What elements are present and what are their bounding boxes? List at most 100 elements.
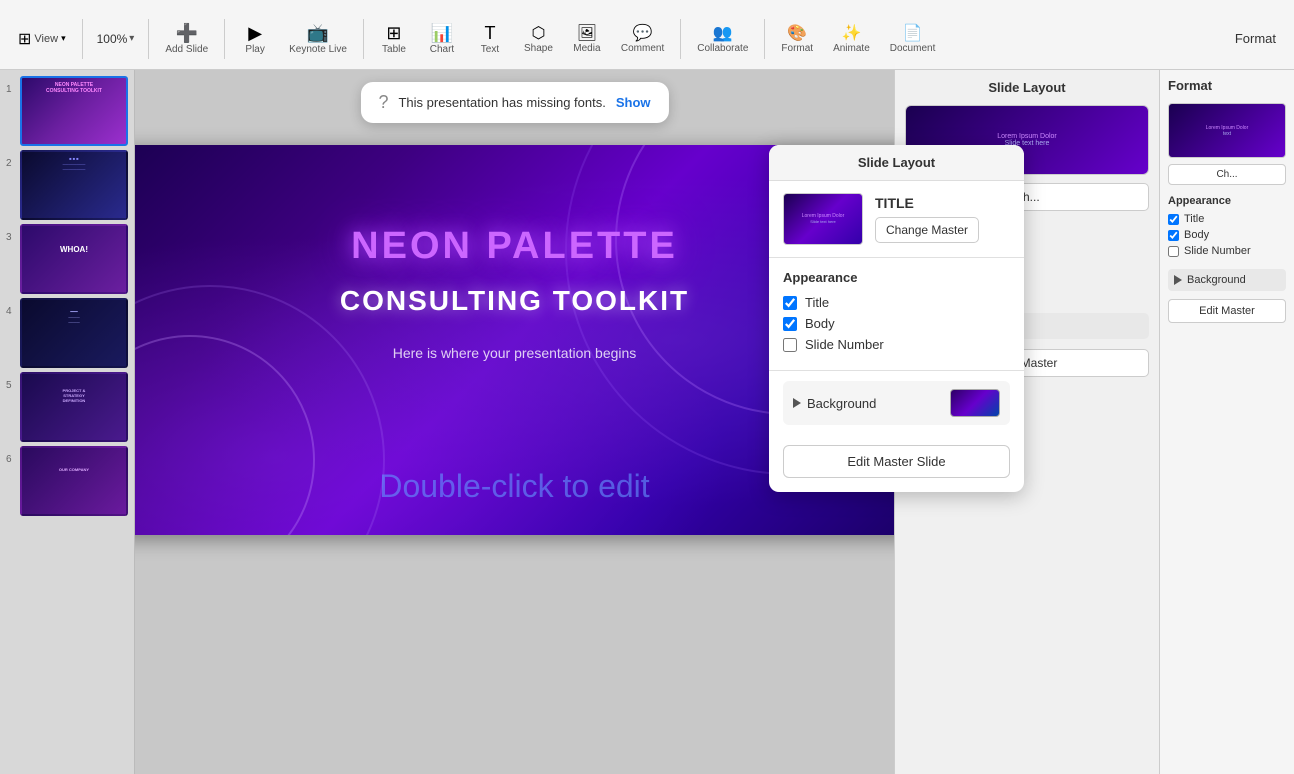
slide-panel: 1 NEON PALETTECONSULTING TOOLKIT 2 ■ ■ ■…	[0, 70, 135, 774]
shape-button[interactable]: ⬡ Shape	[516, 19, 561, 58]
view-label: View	[34, 33, 58, 45]
divider-4	[363, 19, 364, 59]
slide-number-checkbox-label: Slide Number	[805, 337, 884, 352]
slide-layout-popup: Slide Layout Lorem Ipsum DolorSlide text…	[769, 145, 1024, 492]
add-slide-label: Add Slide	[165, 44, 208, 55]
slide-4-thumbnail[interactable]: ━━━────────	[20, 298, 128, 368]
format-slide-number-checkbox[interactable]	[1168, 246, 1179, 257]
background-row-left: Background	[793, 396, 876, 411]
slide-2-thumb-text: ■ ■ ■────────────────	[22, 152, 126, 177]
master-thumbnail: Lorem Ipsum DolorSlide text here	[783, 193, 863, 245]
format-title-label: Title	[1184, 213, 1204, 225]
comment-button[interactable]: 💬 Comment	[613, 19, 672, 58]
text-label: Text	[481, 44, 499, 55]
chart-label: Chart	[430, 44, 454, 55]
format-slide-number-label: Slide Number	[1184, 245, 1251, 257]
zoom-chevron-icon: ▾	[129, 33, 134, 44]
format-body-checkbox-row: Body	[1168, 229, 1286, 241]
edit-master-row: Edit Master Slide	[769, 435, 1024, 492]
title-checkbox-row: Title	[783, 295, 1010, 310]
notification-icon: ?	[378, 92, 388, 113]
slide-number-checkbox[interactable]	[783, 338, 797, 352]
format-body-checkbox[interactable]	[1168, 230, 1179, 241]
slide-2-number: 2	[6, 158, 16, 169]
slide-3-thumb-text: WHOA!	[22, 241, 126, 258]
view-icon: ⊞	[18, 29, 31, 49]
media-label: Media	[573, 43, 600, 54]
background-color-swatch[interactable]	[950, 389, 1000, 417]
slide-4-wrapper: 4 ━━━────────	[6, 298, 128, 368]
divider-1	[82, 19, 83, 59]
slide-main-title: NEON PALETTE	[351, 225, 678, 268]
slide-6-wrapper: 6 OUR COMPANY	[6, 446, 128, 516]
document-icon: 📄	[903, 23, 923, 43]
view-button[interactable]: ⊞ View ▾	[10, 25, 74, 53]
background-expand-icon	[793, 398, 801, 408]
format-background-row[interactable]: Background	[1168, 269, 1286, 291]
slide-1-thumbnail[interactable]: NEON PALETTECONSULTING TOOLKIT	[20, 76, 128, 146]
chart-button[interactable]: 📊 Chart	[420, 19, 464, 59]
keynote-live-button[interactable]: 📺 Keynote Live	[281, 19, 355, 59]
format-toolbar-button[interactable]: 🎨 Format	[773, 19, 821, 58]
format-right-group[interactable]: Format	[1235, 31, 1276, 46]
divider-2	[148, 19, 149, 59]
format-body-label: Body	[1184, 229, 1209, 241]
table-button[interactable]: ⊞ Table	[372, 19, 416, 59]
notification-banner: ? This presentation has missing fonts. S…	[360, 82, 668, 123]
edit-master-button[interactable]: Edit Master Slide	[783, 445, 1010, 478]
slide-2-thumbnail[interactable]: ■ ■ ■────────────────	[20, 150, 128, 220]
body-checkbox[interactable]	[783, 317, 797, 331]
format-edit-master-button[interactable]: Edit Master	[1168, 299, 1286, 323]
view-chevron-icon: ▾	[61, 33, 66, 44]
slide-4-thumb-text: ━━━────────	[22, 305, 126, 330]
zoom-value[interactable]: 100%	[97, 32, 128, 46]
collaborate-button[interactable]: 👥 Collaborate	[689, 19, 756, 58]
text-button[interactable]: T Text	[468, 19, 512, 59]
shape-label: Shape	[524, 43, 553, 54]
body-checkbox-row: Body	[783, 316, 1010, 331]
play-button[interactable]: ▶ Play	[233, 19, 277, 59]
slide-3-thumbnail[interactable]: WHOA!	[20, 224, 128, 294]
text-icon: T	[484, 23, 495, 44]
slide-5-thumb-text: PROJECT &STRATEGYDEFINITION	[22, 384, 126, 407]
format-toolbar-icon: 🎨	[787, 23, 807, 43]
title-checkbox-label: Title	[805, 295, 829, 310]
sidebar-lorem-text: Lorem Ipsum Dolor	[997, 133, 1057, 140]
format-change-label: Ch...	[1216, 169, 1237, 180]
format-master-thumbnail: Lorem Ipsum Dolor text	[1168, 103, 1286, 158]
background-row[interactable]: Background	[783, 381, 1010, 425]
format-right-label: Format	[1235, 31, 1276, 46]
format-change-master-button[interactable]: Ch...	[1168, 164, 1286, 185]
notification-show-button[interactable]: Show	[616, 95, 651, 110]
master-title: TITLE	[875, 195, 979, 211]
popup-master-section: Lorem Ipsum DolorSlide text here TITLE C…	[769, 181, 1024, 257]
slide-main-subtitle: CONSULTING TOOLKIT	[340, 285, 689, 317]
divider-3	[224, 19, 225, 59]
zoom-control[interactable]: 100% ▾	[91, 28, 141, 50]
slide-5-number: 5	[6, 380, 16, 391]
slide-6-thumbnail[interactable]: OUR COMPANY	[20, 446, 128, 516]
divider-6	[764, 19, 765, 59]
chart-icon: 📊	[431, 23, 453, 44]
sidebar-header: Slide Layout	[905, 80, 1149, 95]
slide-5-wrapper: 5 PROJECT &STRATEGYDEFINITION	[6, 372, 128, 442]
format-toolbar-label: Format	[781, 43, 813, 54]
slide-2-wrapper: 2 ■ ■ ■────────────────	[6, 150, 128, 220]
format-title-checkbox[interactable]	[1168, 214, 1179, 225]
slide-5-thumbnail[interactable]: PROJECT &STRATEGYDEFINITION	[20, 372, 128, 442]
add-slide-icon: ➕	[176, 23, 198, 44]
media-button[interactable]: 🖼 Media	[565, 19, 609, 58]
keynote-live-icon: 📺	[307, 23, 329, 44]
document-label: Document	[890, 43, 936, 54]
slide-edit-hint[interactable]: Double-click to edit	[379, 468, 649, 505]
animate-button[interactable]: ✨ Animate	[825, 19, 878, 58]
title-checkbox[interactable]	[783, 296, 797, 310]
comment-icon: 💬	[633, 23, 653, 43]
background-section: Background	[769, 371, 1024, 435]
slide-6-number: 6	[6, 454, 16, 465]
add-slide-button[interactable]: ➕ Add Slide	[157, 19, 216, 59]
format-title-checkbox-row: Title	[1168, 213, 1286, 225]
change-master-button[interactable]: Change Master	[875, 217, 979, 243]
table-icon: ⊞	[386, 23, 401, 44]
document-button[interactable]: 📄 Document	[882, 19, 944, 58]
